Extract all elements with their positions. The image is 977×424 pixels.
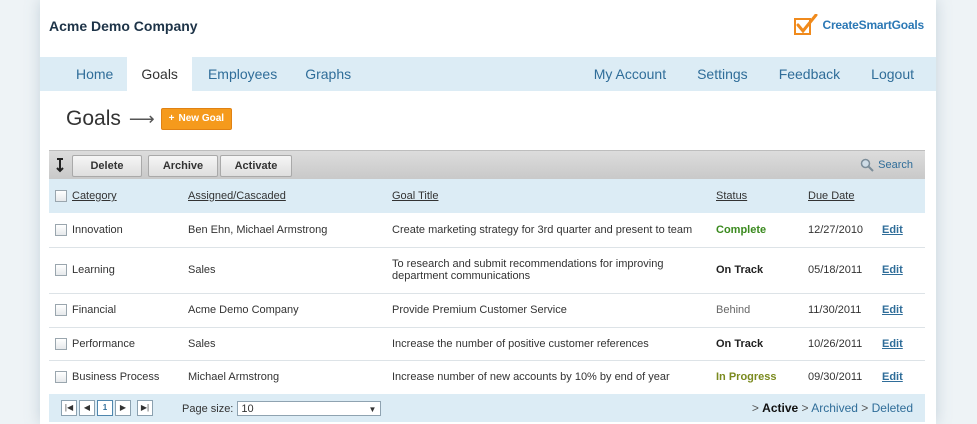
cell-due-date: 10/26/2011 xyxy=(807,327,881,361)
main-nav: Home Goals Employees Graphs My Account S… xyxy=(40,57,936,91)
checkmark-logo-icon xyxy=(794,14,818,35)
header: Acme Demo Company CreateSmartGoals xyxy=(40,0,936,55)
nav-graphs[interactable]: Graphs xyxy=(291,57,365,91)
cell-status: Behind xyxy=(715,293,807,328)
cell-goal-title[interactable]: Provide Premium Customer Service xyxy=(391,293,715,328)
cell-category: Learning xyxy=(71,247,187,294)
logo[interactable]: CreateSmartGoals xyxy=(794,14,924,36)
first-page-button[interactable]: |◀ xyxy=(61,400,77,416)
edit-link[interactable]: Edit xyxy=(882,371,903,383)
logo-text: CreateSmartGoals xyxy=(822,18,924,32)
nav-logout[interactable]: Logout xyxy=(840,57,914,91)
current-page-button[interactable]: 1 xyxy=(97,400,113,416)
cell-category: Innovation xyxy=(71,213,187,248)
table-row: Business Process Michael Armstrong Incre… xyxy=(49,360,925,395)
nav-feedback[interactable]: Feedback xyxy=(748,57,840,91)
edit-link[interactable]: Edit xyxy=(882,224,903,236)
activate-button[interactable]: Activate xyxy=(220,155,292,177)
cell-assigned: Sales xyxy=(187,327,391,361)
cell-status: On Track xyxy=(715,327,807,361)
row-checkbox[interactable] xyxy=(55,337,67,350)
filter-active[interactable]: Active xyxy=(762,401,798,415)
row-checkbox[interactable] xyxy=(55,264,67,277)
delete-button[interactable]: Delete xyxy=(72,155,142,177)
grid-footer: |◀ ◀ 1 ▶ ▶| Page size: 10 ▼ > Active > A… xyxy=(49,394,925,422)
nav-home[interactable]: Home xyxy=(62,57,127,91)
cell-goal-title[interactable]: To research and submit recommendations f… xyxy=(391,247,715,294)
filter-separator: > xyxy=(801,401,809,415)
row-checkbox[interactable] xyxy=(55,223,67,236)
col-due-date[interactable]: Due Date xyxy=(807,179,881,213)
cell-goal-title[interactable]: Create marketing strategy for 3rd quarte… xyxy=(391,213,715,248)
edit-link[interactable]: Edit xyxy=(882,304,903,316)
cell-assigned: Acme Demo Company xyxy=(187,293,391,328)
edit-link[interactable]: Edit xyxy=(882,338,903,350)
cell-due-date: 11/30/2011 xyxy=(807,293,881,328)
table-row: Financial Acme Demo Company Provide Prem… xyxy=(49,293,925,328)
table-row: Learning Sales To research and submit re… xyxy=(49,247,925,294)
select-all-checkbox[interactable] xyxy=(55,190,67,203)
pager: |◀ ◀ 1 ▶ ▶| xyxy=(61,400,153,416)
last-page-button[interactable]: ▶| xyxy=(137,400,153,416)
row-checkbox[interactable] xyxy=(55,371,67,384)
archive-button[interactable]: Archive xyxy=(148,155,218,177)
nav-goals[interactable]: Goals xyxy=(127,57,192,91)
arrow-right-icon: ⟶ xyxy=(128,108,155,129)
search-label: Search xyxy=(878,159,913,171)
filter-separator: > xyxy=(861,401,869,415)
page-title: Goals xyxy=(66,107,121,130)
grid-toolbar: Delete Archive Activate Search xyxy=(49,150,925,179)
col-category[interactable]: Category xyxy=(71,179,187,213)
cell-goal-title[interactable]: Increase the number of positive customer… xyxy=(391,327,715,361)
cell-assigned: Michael Armstrong xyxy=(187,360,391,395)
next-page-button[interactable]: ▶ xyxy=(115,400,131,416)
nav-my-account[interactable]: My Account xyxy=(563,57,666,91)
page-size: Page size: 10 ▼ xyxy=(182,401,382,416)
search-icon xyxy=(860,158,874,172)
prev-page-button[interactable]: ◀ xyxy=(79,400,95,416)
cell-goal-title[interactable]: Increase number of new accounts by 10% b… xyxy=(391,360,715,395)
cell-status: On Track xyxy=(715,247,807,294)
cell-category: Performance xyxy=(71,327,187,361)
title-row: Goals ⟶ + New Goal xyxy=(66,107,233,131)
nav-left: Home Goals Employees Graphs xyxy=(62,57,365,91)
filter-deleted[interactable]: Deleted xyxy=(872,401,913,415)
company-name: Acme Demo Company xyxy=(49,18,198,34)
cell-status: In Progress xyxy=(715,360,807,395)
cell-status: Complete xyxy=(715,213,807,248)
status-filters: > Active > Archived > Deleted xyxy=(752,401,913,415)
filter-archived[interactable]: Archived xyxy=(811,401,858,415)
filter-separator: > xyxy=(751,401,759,415)
search-button[interactable]: Search xyxy=(860,158,913,172)
app-page: Acme Demo Company CreateSmartGoals Home … xyxy=(40,0,936,424)
nav-right: My Account Settings Feedback Logout xyxy=(563,57,914,91)
cell-category: Business Process xyxy=(71,360,187,395)
sort-arrow-icon[interactable] xyxy=(54,157,66,173)
page-size-select[interactable]: 10 ▼ xyxy=(237,401,382,416)
cell-assigned: Ben Ehn, Michael Armstrong xyxy=(187,213,391,248)
new-goal-button[interactable]: + New Goal xyxy=(160,108,233,130)
col-assigned[interactable]: Assigned/Cascaded xyxy=(187,179,391,213)
table-header-row: Category Assigned/Cascaded Goal Title St… xyxy=(49,179,925,213)
col-goal-title[interactable]: Goal Title xyxy=(391,179,715,213)
col-status[interactable]: Status xyxy=(715,179,807,213)
cell-assigned: Sales xyxy=(187,247,391,294)
edit-link[interactable]: Edit xyxy=(882,264,903,276)
nav-settings[interactable]: Settings xyxy=(666,57,748,91)
table-row: Innovation Ben Ehn, Michael Armstrong Cr… xyxy=(49,213,925,248)
nav-employees[interactable]: Employees xyxy=(192,57,291,91)
cell-category: Financial xyxy=(71,293,187,328)
new-goal-label: New Goal xyxy=(178,113,225,124)
page-size-value: 10 xyxy=(241,403,254,415)
row-checkbox[interactable] xyxy=(55,304,67,317)
cell-due-date: 12/27/2010 xyxy=(807,213,881,248)
chevron-down-icon: ▼ xyxy=(368,405,377,414)
page-size-label: Page size: xyxy=(182,402,234,415)
cell-due-date: 05/18/2011 xyxy=(807,247,881,294)
table-row: Performance Sales Increase the number of… xyxy=(49,327,925,361)
goals-table: Category Assigned/Cascaded Goal Title St… xyxy=(49,179,925,395)
cell-due-date: 09/30/2011 xyxy=(807,360,881,395)
plus-icon: + xyxy=(168,113,175,124)
